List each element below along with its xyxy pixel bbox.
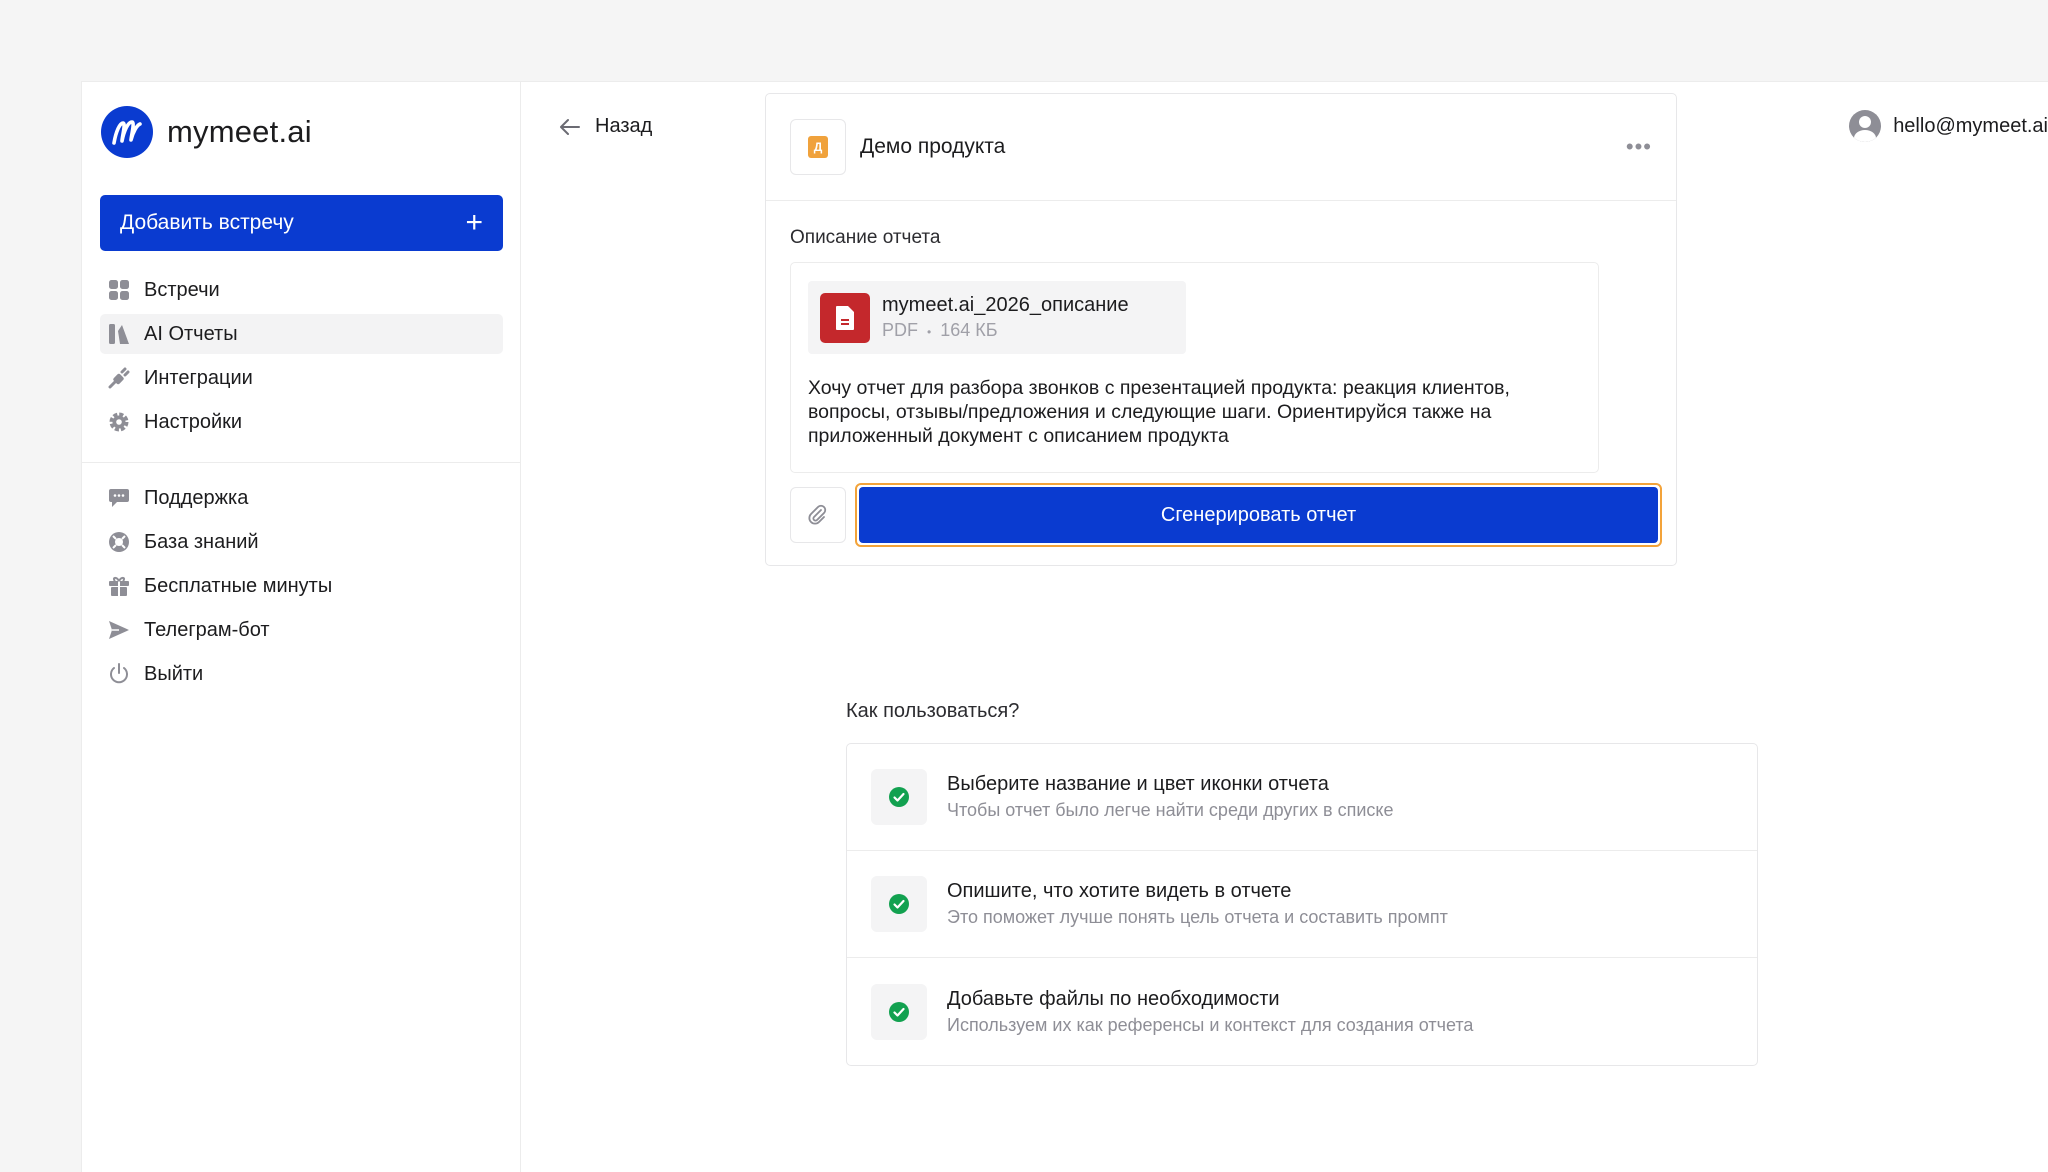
plug-icon bbox=[108, 367, 130, 389]
reports-icon bbox=[108, 323, 130, 345]
sidebar-item-knowledge-base[interactable]: База знаний bbox=[100, 522, 503, 562]
sidebar-item-label: Телеграм-бот bbox=[144, 618, 270, 641]
arrow-left-icon bbox=[560, 118, 580, 135]
sidebar-item-label: Бесплатные минуты bbox=[144, 574, 333, 597]
howto-list: Выберите название и цвет иконки отчета Ч… bbox=[846, 743, 1758, 1066]
file-info: mymeet.ai_2026_описание PDF • 164 КБ bbox=[882, 294, 1129, 341]
back-label: Назад bbox=[595, 115, 653, 137]
howto-step: Опишите, что хотите видеть в отчете Это … bbox=[847, 851, 1757, 958]
attach-file-button[interactable] bbox=[790, 487, 846, 543]
file-name: mymeet.ai_2026_описание bbox=[882, 294, 1129, 316]
step-title: Опишите, что хотите видеть в отчете bbox=[947, 880, 1292, 902]
primary-nav: Встречи AI Отчеты Интеграции Настройки bbox=[100, 270, 503, 446]
chat-icon bbox=[108, 487, 130, 509]
description-label: Описание отчета bbox=[790, 227, 941, 248]
sidebar-item-ai-reports[interactable]: AI Отчеты bbox=[100, 314, 503, 354]
user-menu[interactable]: hello@mymeet.ai bbox=[1849, 110, 2048, 142]
step-subtitle: Используем их как референсы и контекст д… bbox=[947, 1014, 1474, 1035]
step-title: Добавьте файлы по необходимости bbox=[947, 987, 1280, 1010]
report-card: Д Демо продукта ••• Описание отчета myme… bbox=[765, 93, 1677, 566]
sidebar-item-integrations[interactable]: Интеграции bbox=[100, 358, 503, 398]
sidebar: mymeet.ai Добавить встречу + Встречи AI … bbox=[82, 82, 521, 1172]
sidebar-item-support[interactable]: Поддержка bbox=[100, 478, 503, 518]
sidebar-divider bbox=[82, 462, 521, 463]
sidebar-item-meetings[interactable]: Встречи bbox=[100, 270, 503, 310]
check-icon bbox=[871, 876, 927, 932]
file-meta: PDF • 164 КБ bbox=[882, 320, 1129, 341]
howto-step: Выберите название и цвет иконки отчета Ч… bbox=[847, 744, 1757, 851]
sidebar-item-label: Интеграции bbox=[144, 366, 253, 389]
check-icon bbox=[871, 769, 927, 825]
report-icon-picker[interactable]: Д bbox=[790, 119, 846, 175]
howto-title: Как пользоваться? bbox=[846, 700, 1020, 722]
report-title[interactable]: Демо продукта bbox=[860, 135, 1005, 159]
file-meta-separator: • bbox=[927, 325, 932, 339]
paperclip-icon bbox=[808, 504, 827, 525]
file-size: 164 КБ bbox=[940, 320, 998, 340]
more-options-icon[interactable]: ••• bbox=[1626, 134, 1652, 160]
step-subtitle: Чтобы отчет было легче найти среди други… bbox=[947, 800, 1394, 820]
sidebar-item-label: Встречи bbox=[144, 278, 220, 301]
gift-icon bbox=[108, 575, 130, 597]
send-icon bbox=[108, 619, 130, 641]
check-icon bbox=[871, 983, 927, 1040]
report-header: Д Демо продукта ••• bbox=[766, 94, 1676, 201]
attached-file[interactable]: mymeet.ai_2026_описание PDF • 164 КБ bbox=[808, 281, 1186, 354]
back-button[interactable]: Назад bbox=[559, 115, 652, 138]
grid-icon bbox=[108, 279, 130, 301]
step-title: Выберите название и цвет иконки отчета bbox=[947, 773, 1329, 795]
secondary-nav: Поддержка База знаний Бесплатные минуты … bbox=[100, 478, 503, 698]
logo-icon bbox=[101, 106, 153, 158]
pdf-file-icon bbox=[820, 292, 870, 343]
add-meeting-label: Добавить встречу bbox=[120, 211, 294, 234]
sidebar-item-label: Настройки bbox=[144, 410, 243, 433]
sidebar-item-label: База знаний bbox=[144, 530, 259, 553]
description-field[interactable]: mymeet.ai_2026_описание PDF • 164 КБ Хоч… bbox=[790, 262, 1599, 473]
avatar bbox=[1849, 110, 1882, 142]
logo[interactable]: mymeet.ai bbox=[101, 106, 312, 158]
logo-text: mymeet.ai bbox=[167, 114, 312, 149]
file-type: PDF bbox=[882, 320, 918, 340]
sidebar-item-telegram-bot[interactable]: Телеграм-бот bbox=[100, 610, 503, 650]
add-meeting-button[interactable]: Добавить встречу + bbox=[100, 195, 503, 251]
sidebar-item-free-minutes[interactable]: Бесплатные минуты bbox=[100, 566, 503, 606]
sidebar-item-label: Поддержка bbox=[144, 486, 249, 509]
sidebar-item-label: Выйти bbox=[144, 662, 204, 685]
description-text: Хочу отчет для разбора звонков с презент… bbox=[808, 377, 1510, 447]
generate-report-button[interactable]: Сгенерировать отчет bbox=[859, 487, 1658, 543]
power-icon bbox=[108, 663, 130, 685]
generate-button-focus-ring: Сгенерировать отчет bbox=[855, 483, 1662, 547]
sidebar-item-settings[interactable]: Настройки bbox=[100, 402, 503, 442]
lifebuoy-icon bbox=[108, 531, 130, 553]
sidebar-item-label: AI Отчеты bbox=[144, 322, 238, 345]
step-subtitle: Это поможет лучше понять цель отчета и с… bbox=[947, 907, 1448, 927]
plus-icon: + bbox=[465, 206, 483, 239]
user-email: hello@mymeet.ai bbox=[1893, 114, 2048, 137]
sidebar-item-logout[interactable]: Выйти bbox=[100, 654, 503, 694]
gear-icon bbox=[108, 411, 130, 433]
howto-step: Добавьте файлы по необходимости Использу… bbox=[847, 958, 1757, 1065]
document-icon: Д bbox=[808, 136, 828, 158]
